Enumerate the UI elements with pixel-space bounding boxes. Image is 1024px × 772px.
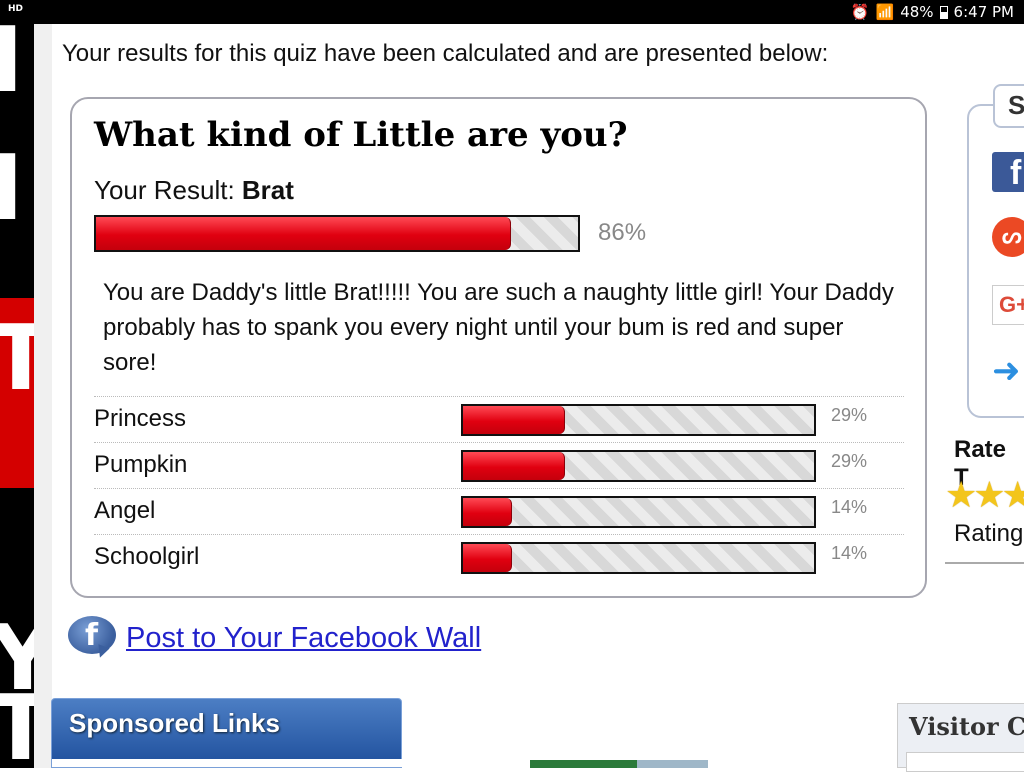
result-row-bar-fill [463,498,513,526]
result-row: Pumpkin 29% [94,442,904,488]
hd-badge: HD [8,4,24,14]
google-plus-icon[interactable]: G+ [992,285,1024,325]
result-row-bar-fill [463,406,565,434]
result-row: Princess 29% [94,396,904,442]
sponsored-links-panel: Sponsored Links [51,698,403,768]
share-tab: S [993,84,1024,128]
result-row-bar-fill [463,452,565,480]
result-row: Schoolgirl 14% [94,534,904,580]
share-arrow-icon[interactable]: ➜ [992,353,1024,393]
quiz-result-box: What kind of Little are you? Your Result… [70,97,927,598]
battery-icon [939,5,948,19]
result-row: Angel 14% [94,488,904,534]
result-row-bar [461,496,816,528]
left-strip-glyph: T [0,306,34,411]
left-strip-glyph: T [0,676,34,769]
result-row-label: Princess [94,405,187,432]
stumbleupon-icon[interactable] [992,217,1024,257]
left-strip-glyph: I [0,24,24,113]
battery-percent: 48% [900,3,934,21]
result-row-label: Pumpkin [94,451,188,478]
share-tab-label: S [1008,90,1024,120]
wifi-icon: 📶 [875,3,895,21]
result-row-bar [461,404,816,436]
post-to-facebook-link[interactable]: Post to Your Facebook Wall [126,622,481,655]
facebook-icon[interactable]: f [992,152,1024,192]
result-row-percent: 29% [831,451,868,471]
main-result-bar-fill [96,217,511,250]
status-bar: HD ⏰ 📶 48% 6:47 PM [0,0,1024,24]
result-name: Brat [241,175,294,205]
main-result-bar [94,215,580,252]
facebook-bubble-icon[interactable]: f [68,616,118,660]
page-gutter [34,24,52,768]
quiz-title: What kind of Little are you? [94,115,628,155]
divider [945,562,1024,564]
result-row-percent: 14% [831,543,868,563]
result-row-percent: 14% [831,497,868,517]
result-row-bar [461,450,816,482]
left-ad-strip[interactable]: I I T Y T [0,24,34,768]
result-line: Your Result: Brat [94,175,294,206]
result-row-bar-fill [463,544,513,572]
alarm-icon: ⏰ [850,3,870,21]
rating-stars[interactable]: ★★★ [945,474,1024,516]
intro-text: Your results for this quiz have been cal… [62,40,829,67]
result-row-percent: 29% [831,405,868,425]
ad-banner-edge[interactable] [530,760,708,768]
clock: 6:47 PM [953,3,1014,21]
result-description: You are Daddy's little Brat!!!!! You are… [103,279,894,376]
visitor-comments-header: Visitor C [909,712,1024,741]
main-result-percent: 86% [598,219,647,246]
result-row-label: Angel [94,497,156,524]
facebook-post[interactable]: f Post to Your Facebook Wall [68,616,481,660]
result-row-label: Schoolgirl [94,543,200,570]
sponsored-links-header: Sponsored Links [69,708,280,738]
left-strip-glyph: I [0,136,24,241]
visitor-comments-panel: Visitor C [897,703,1024,772]
rating-label: Rating [954,520,1024,547]
result-row-bar [461,542,816,574]
result-prefix: Your Result: [94,175,242,205]
